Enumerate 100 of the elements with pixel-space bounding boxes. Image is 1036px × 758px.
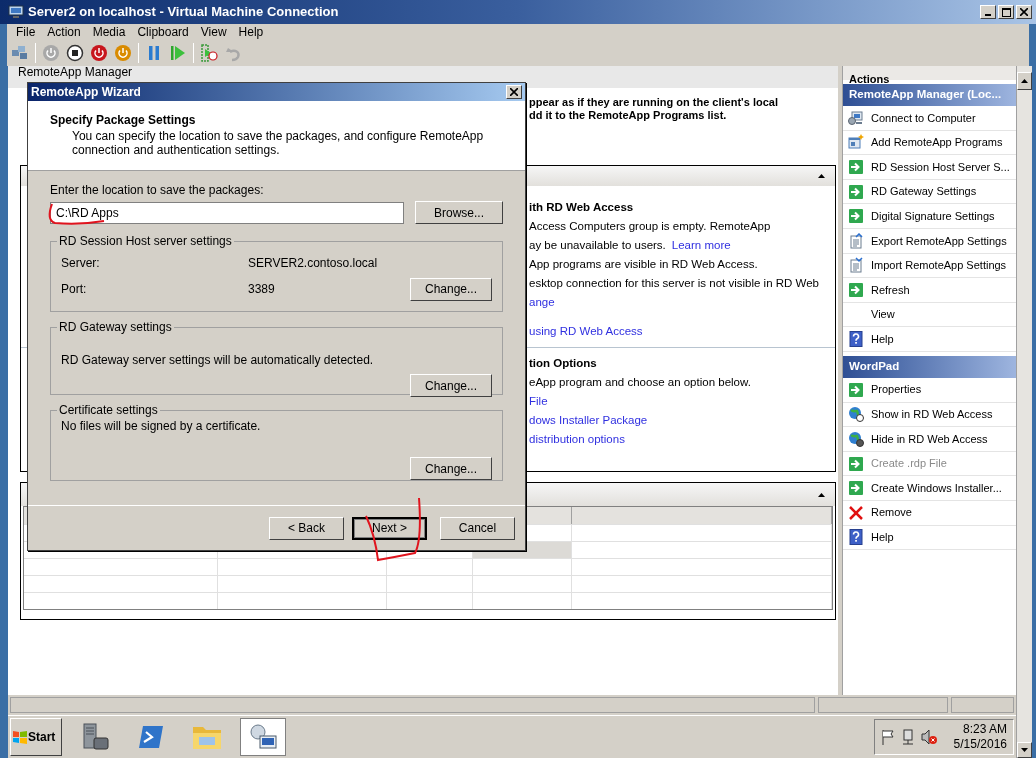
task-pane-entry[interactable]: RD Session Host Server S... bbox=[843, 155, 1016, 180]
task-pane-entry[interactable]: Export RemoteApp Settings bbox=[843, 228, 1016, 254]
collapse-icon[interactable] bbox=[818, 492, 825, 497]
intro-text: ppear as if they are running on the client's local bbox=[529, 96, 778, 109]
close-icon bbox=[510, 88, 518, 96]
step-description: You can specify the location to save the packages, and configure RemoteApp connection and authentication settings. bbox=[71, 129, 485, 157]
close-icon bbox=[1020, 8, 1028, 16]
intro-text: dd it to the RemoteApp Programs list. bbox=[529, 109, 727, 122]
speaker-muted-icon[interactable] bbox=[921, 729, 937, 745]
computer-icon bbox=[848, 109, 864, 126]
task-group-header[interactable]: WordPad bbox=[843, 355, 1016, 378]
wizard-button[interactable]: < Back bbox=[269, 516, 344, 540]
power-icon[interactable] bbox=[114, 44, 132, 62]
browse-button[interactable]: Browse... bbox=[415, 201, 503, 224]
task-pane-entry[interactable]: Create Windows Installer... bbox=[843, 476, 1016, 501]
power-icon[interactable] bbox=[90, 44, 108, 62]
task-pane-entry[interactable]: Import RemoteApp Settings bbox=[843, 253, 1016, 279]
flag-icon[interactable] bbox=[881, 729, 895, 745]
task-group-header[interactable]: RemoteApp Manager (Loc... bbox=[843, 84, 1016, 106]
scroll-down-icon[interactable] bbox=[1021, 748, 1028, 752]
actions-heading: Actions bbox=[849, 73, 890, 85]
task-link[interactable]: distribution options bbox=[529, 432, 625, 447]
menu-item[interactable]: Action bbox=[47, 25, 81, 39]
info-text: Access Computers group is empty. RemoteApp bbox=[529, 219, 771, 234]
keyboard-keys-icon[interactable] bbox=[11, 44, 29, 62]
terminal-icon bbox=[137, 724, 165, 750]
scroll-up-icon[interactable] bbox=[1021, 79, 1028, 83]
minimize-button[interactable] bbox=[980, 5, 996, 19]
task-pane-entry[interactable]: RD Gateway Settings bbox=[843, 179, 1016, 205]
group-title: Certificate settings bbox=[58, 402, 159, 419]
setting-value: SERVER2.contoso.local bbox=[248, 255, 379, 272]
menu-item[interactable]: File bbox=[16, 25, 36, 39]
task-pane-entry[interactable]: Help bbox=[843, 327, 1016, 352]
menu-item[interactable]: Media bbox=[92, 25, 126, 39]
menu-item[interactable]: Help bbox=[238, 25, 264, 39]
task-pane-entry[interactable]: Refresh bbox=[843, 278, 1016, 303]
group-title: RD Gateway settings bbox=[58, 319, 173, 336]
task-pane-entry[interactable]: Properties bbox=[843, 377, 1016, 403]
collapse-icon[interactable] bbox=[818, 174, 825, 178]
scrollbar[interactable] bbox=[1016, 66, 1032, 758]
server-icon bbox=[80, 722, 110, 752]
change-button[interactable]: Change... bbox=[410, 277, 492, 301]
group-title: RD Session Host server settings bbox=[58, 233, 233, 250]
change-button[interactable]: Change... bbox=[410, 374, 492, 397]
remove-icon bbox=[848, 504, 864, 521]
stop-icon[interactable] bbox=[66, 44, 84, 62]
info-text: eApp program and choose an option below. bbox=[529, 375, 751, 390]
document-icon bbox=[848, 232, 864, 249]
document-icon bbox=[848, 257, 864, 274]
globe-icon bbox=[848, 406, 864, 423]
task-pane-entry[interactable]: Show in RD Web Access bbox=[843, 402, 1016, 428]
globe-icon bbox=[848, 430, 864, 447]
setting-text: No files will be signed by a certificate. bbox=[61, 419, 262, 433]
setting-text: RD Gateway server settings will be automatically detected. bbox=[61, 353, 375, 367]
task-pane-entry[interactable]: Hide in RD Web Access bbox=[843, 427, 1016, 452]
task-link[interactable]: ange bbox=[529, 295, 555, 310]
section-heading: ith RD Web Access bbox=[529, 200, 634, 215]
setting-label: Server: bbox=[61, 255, 101, 272]
windows-logo-icon bbox=[13, 730, 27, 744]
change-button[interactable]: Change... bbox=[410, 457, 492, 480]
task-pane-entry[interactable]: Connect to Computer bbox=[843, 106, 1016, 131]
remote-desktop-icon bbox=[248, 723, 278, 751]
help-icon bbox=[848, 331, 864, 348]
info-text: ay be unavailable to users. bbox=[529, 238, 666, 253]
section-heading: tion Options bbox=[529, 356, 597, 371]
maximize-icon bbox=[1001, 7, 1011, 17]
setting-label: Port: bbox=[61, 281, 88, 298]
task-link[interactable]: using RD Web Access bbox=[529, 324, 643, 339]
annotation-stroke bbox=[365, 497, 421, 561]
info-text: esktop connection for this server is not visible in RD Web bbox=[529, 276, 819, 291]
task-pane-entry[interactable]: Help bbox=[843, 525, 1016, 551]
task-link[interactable]: File bbox=[529, 394, 548, 409]
step-heading: Specify Package Settings bbox=[50, 113, 197, 127]
window-title: Server2 on localhost - Virtual Machine Connection bbox=[28, 3, 340, 22]
page-title: RemoteApp Manager bbox=[18, 66, 134, 79]
clock-time[interactable]: 8:23 AM bbox=[962, 722, 1007, 737]
setting-value: 3389 bbox=[248, 281, 276, 298]
maximize-button[interactable] bbox=[998, 5, 1014, 19]
task-pane-entry[interactable]: Add RemoteApp Programs bbox=[843, 130, 1016, 156]
task-link[interactable]: dows Installer Package bbox=[529, 413, 648, 428]
snapshot-icon[interactable] bbox=[200, 44, 218, 62]
task-pane-entry[interactable]: Digital Signature Settings bbox=[843, 204, 1016, 229]
monitor-icon bbox=[8, 5, 24, 19]
clock-date[interactable]: 5/15/2016 bbox=[953, 737, 1007, 752]
start-button[interactable]: Start bbox=[10, 718, 62, 756]
taskbar-app[interactable] bbox=[240, 718, 286, 756]
wizard-button[interactable]: Cancel bbox=[440, 516, 515, 540]
close-button[interactable] bbox=[1016, 5, 1032, 19]
task-pane-entry[interactable]: Remove bbox=[843, 500, 1016, 526]
menu-item[interactable]: Clipboard bbox=[137, 25, 189, 39]
learn-more-link[interactable]: Learn more bbox=[671, 238, 731, 253]
menu-item[interactable]: View bbox=[200, 25, 227, 39]
dialog-title: RemoteApp Wizard bbox=[31, 84, 142, 101]
location-field[interactable]: C:\RD Apps bbox=[50, 201, 404, 224]
close-button[interactable] bbox=[506, 85, 522, 99]
location-label: Enter the location to save the packages: bbox=[50, 183, 265, 197]
wizard-button[interactable]: Next > bbox=[352, 516, 427, 540]
help-icon bbox=[848, 529, 864, 546]
network-icon[interactable] bbox=[901, 729, 915, 745]
info-text: App programs are visible in RD Web Access. bbox=[529, 257, 758, 272]
